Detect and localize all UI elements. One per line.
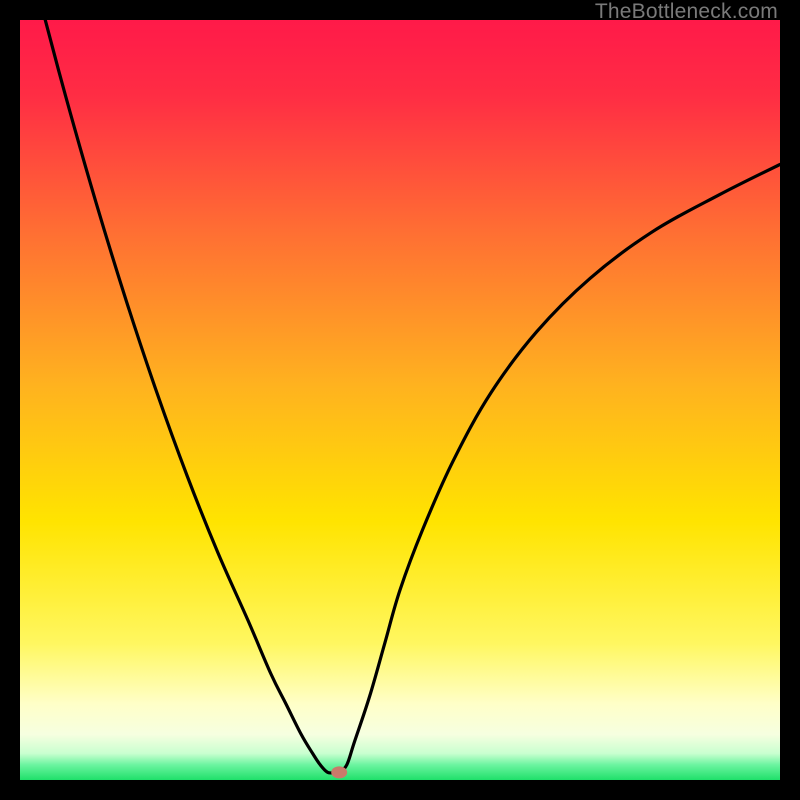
chart-frame [20, 20, 780, 780]
bottleneck-chart [20, 20, 780, 780]
notch-marker [331, 766, 347, 778]
gradient-background [20, 20, 780, 780]
watermark-text: TheBottleneck.com [595, 0, 778, 24]
